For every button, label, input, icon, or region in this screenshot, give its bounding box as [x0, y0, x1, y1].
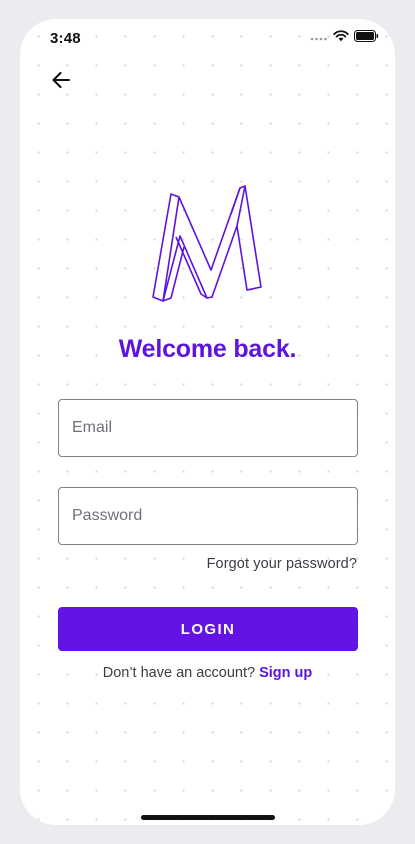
signup-link[interactable]: Sign up [259, 665, 312, 681]
back-button[interactable] [46, 67, 76, 97]
password-field[interactable] [58, 487, 358, 545]
signal-dots-icon [310, 29, 328, 47]
status-time: 3:48 [50, 30, 81, 47]
signup-prompt: Don’t have an account? [102, 665, 256, 681]
m-logo-icon [149, 184, 267, 306]
phone-screen: 3:48 Welcome back. Email Forgot your pas… [20, 19, 395, 825]
home-indicator [141, 815, 275, 820]
status-bar: 3:48 [20, 19, 395, 63]
signup-row: Don’t have an account? Sign up [20, 665, 395, 681]
wifi-icon [333, 29, 349, 47]
battery-icon [354, 29, 379, 47]
forgot-password-link[interactable]: Forgot your password? [207, 556, 357, 572]
password-input[interactable] [59, 488, 357, 544]
arrow-left-icon [51, 71, 71, 94]
email-field[interactable] [58, 399, 358, 457]
email-input[interactable] [59, 400, 357, 456]
status-icons [310, 29, 379, 47]
page-title: Welcome back. [118, 335, 297, 363]
login-button[interactable]: LOGIN [58, 607, 358, 651]
